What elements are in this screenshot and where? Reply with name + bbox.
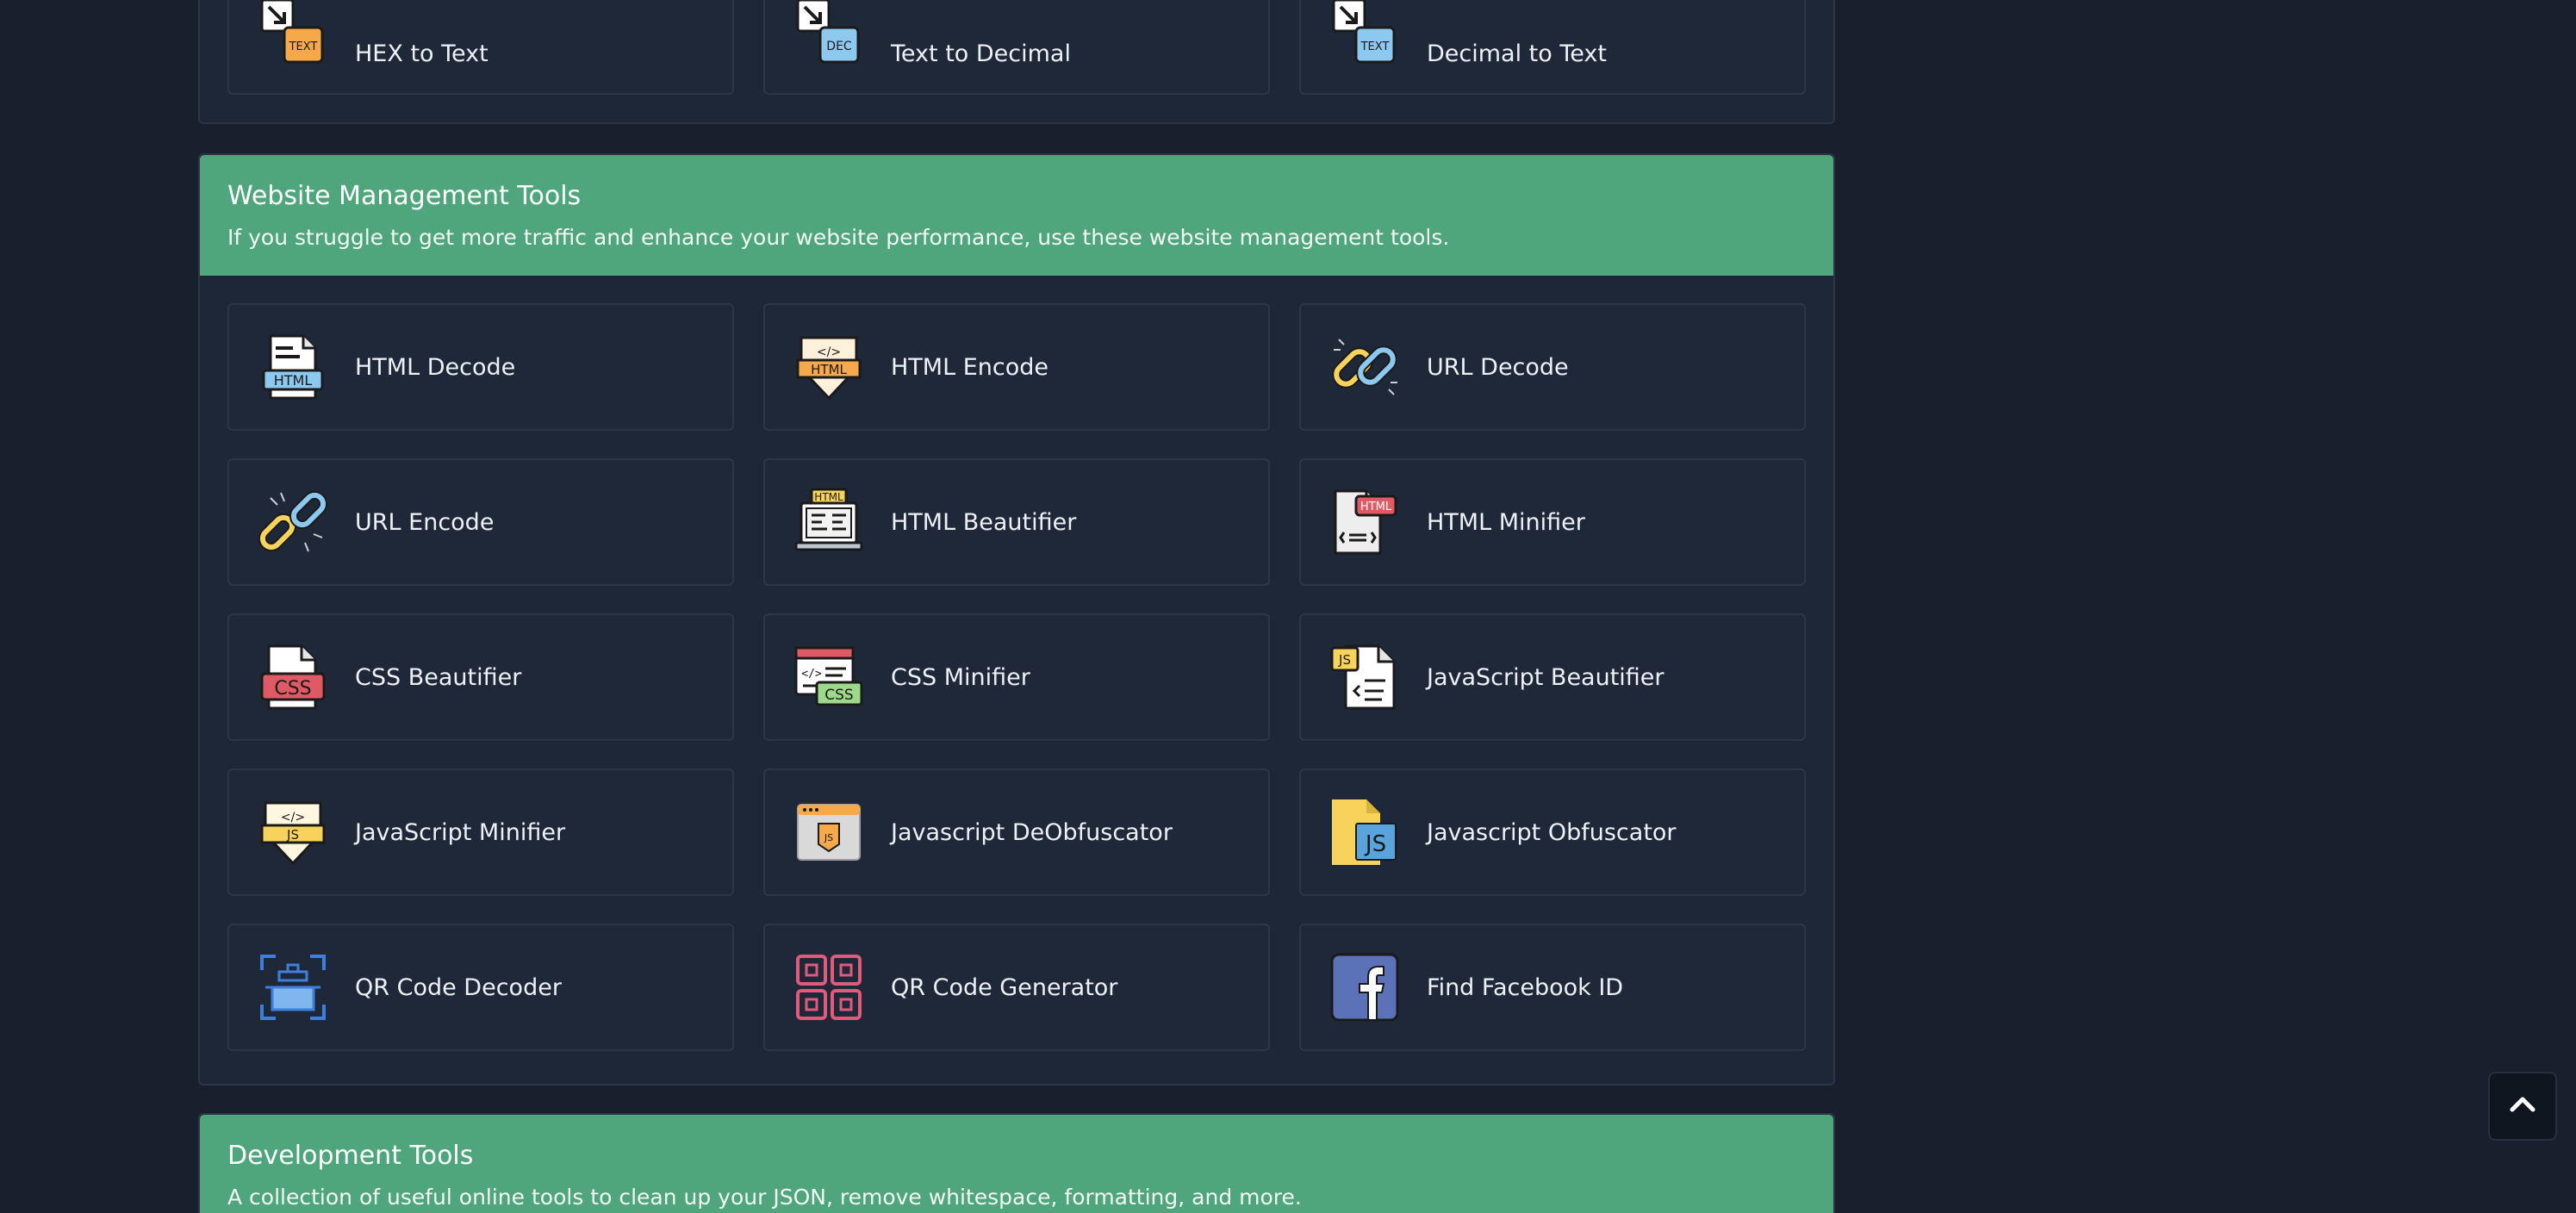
tool-label: Find Facebook ID	[1427, 974, 1624, 1001]
tool-html-encode[interactable]: </> HTML HTML Encode	[763, 303, 1270, 431]
html-badge-icon: </> HTML	[794, 333, 863, 401]
tool-html-minifier[interactable]: HTML HTML Minifier	[1299, 458, 1806, 586]
icon-text: HTML	[1360, 501, 1392, 513]
section-description: If you struggle to get more traffic and …	[227, 225, 1450, 250]
tool-label: HTML Decode	[355, 353, 516, 381]
tool-label: JavaScript Beautifier	[1427, 663, 1664, 691]
icon-text: TEXT	[289, 40, 318, 53]
facebook-icon	[1330, 953, 1399, 1022]
js-badge-icon: </> JS	[258, 798, 327, 867]
icon-text: JS	[824, 832, 833, 843]
tool-javascript-minifier[interactable]: </> JS JavaScript Minifier	[227, 768, 734, 896]
icon-text: JS	[1338, 652, 1351, 668]
html-doc-icon: HTML	[1330, 488, 1399, 557]
qr-scan-icon	[258, 953, 327, 1022]
decimal-to-text-icon: TEXT	[1330, 0, 1399, 67]
tool-label: URL Decode	[1427, 353, 1569, 381]
converter-tools-panel: TEXT HEX to Text DEC Text to Decimal TEX…	[198, 0, 1835, 124]
icon-text: </>	[281, 811, 305, 824]
website-management-panel: Website Management Tools If you struggle…	[198, 153, 1835, 1085]
icon-text: HTML	[274, 372, 313, 389]
tool-qr-code-decoder[interactable]: QR Code Decoder	[227, 924, 734, 1051]
tool-label: HTML Beautifier	[891, 508, 1077, 536]
tool-label: QR Code Decoder	[355, 974, 562, 1001]
tool-label: CSS Beautifier	[355, 663, 522, 691]
tool-url-encode[interactable]: URL Encode	[227, 458, 734, 586]
icon-text: CSS	[274, 678, 311, 700]
hex-to-text-icon: TEXT	[258, 0, 327, 67]
tool-text-to-decimal[interactable]: DEC Text to Decimal	[763, 0, 1270, 95]
js-file-icon: JS	[1330, 798, 1399, 867]
tool-html-decode[interactable]: HTML HTML Decode	[227, 303, 734, 431]
js-window-icon: JS	[794, 798, 863, 867]
icon-text: DEC	[826, 40, 852, 53]
icon-text: JS	[1364, 831, 1386, 857]
tool-find-facebook-id[interactable]: Find Facebook ID	[1299, 924, 1806, 1051]
section-header: Development Tools A collection of useful…	[200, 1115, 1833, 1213]
tool-html-beautifier[interactable]: HTML HTML Beautifier	[763, 458, 1270, 586]
icon-text: JS	[286, 827, 299, 843]
tool-label: CSS Minifier	[891, 663, 1030, 691]
html-file-icon: HTML	[258, 333, 327, 401]
section-title: Development Tools	[227, 1141, 474, 1171]
tool-css-minifier[interactable]: </> CSS CSS Minifier	[763, 613, 1270, 741]
scroll-to-top-button[interactable]	[2488, 1072, 2557, 1141]
converter-tools-grid: TEXT HEX to Text DEC Text to Decimal TEX…	[200, 0, 1833, 122]
tool-label: URL Encode	[355, 508, 495, 536]
css-file-icon: CSS	[258, 643, 327, 712]
tool-label: HTML Encode	[891, 353, 1049, 381]
website-tools-grid: HTML HTML Decode </> HTML HTML Encode UR…	[200, 276, 1833, 1079]
section-description: A collection of useful online tools to c…	[227, 1185, 1302, 1210]
tool-label: Javascript Obfuscator	[1427, 818, 1677, 846]
tool-label: Javascript DeObfuscator	[891, 818, 1173, 846]
tool-javascript-deobfuscator[interactable]: JS Javascript DeObfuscator	[763, 768, 1270, 896]
tool-decimal-to-text[interactable]: TEXT Decimal to Text	[1299, 0, 1806, 95]
broken-link-icon	[258, 488, 327, 557]
tool-hex-to-text[interactable]: TEXT HEX to Text	[227, 0, 734, 95]
tool-label: HEX to Text	[355, 40, 488, 67]
tool-javascript-obfuscator[interactable]: JS Javascript Obfuscator	[1299, 768, 1806, 896]
tool-qr-code-generator[interactable]: QR Code Generator	[763, 924, 1270, 1051]
tool-url-decode[interactable]: URL Decode	[1299, 303, 1806, 431]
development-tools-panel: Development Tools A collection of useful…	[198, 1113, 1835, 1213]
tool-label: HTML Minifier	[1427, 508, 1585, 536]
section-header: Website Management Tools If you struggle…	[200, 155, 1833, 276]
js-doc-icon: JS	[1330, 643, 1399, 712]
tool-css-beautifier[interactable]: CSS CSS Beautifier	[227, 613, 734, 741]
icon-text: </>	[817, 345, 841, 359]
page: TEXT HEX to Text DEC Text to Decimal TEX…	[0, 0, 2576, 1213]
section-title: Website Management Tools	[227, 181, 582, 211]
icon-text: CSS	[824, 687, 853, 704]
icon-text: HTML	[814, 491, 843, 503]
tool-label: Text to Decimal	[891, 40, 1071, 67]
tool-javascript-beautifier[interactable]: JS JavaScript Beautifier	[1299, 613, 1806, 741]
html-laptop-icon: HTML	[794, 488, 863, 557]
tool-label: JavaScript Minifier	[355, 818, 566, 846]
tool-label: QR Code Generator	[891, 974, 1118, 1001]
icon-text: HTML	[811, 362, 847, 377]
text-to-decimal-icon: DEC	[794, 0, 863, 67]
chain-link-icon	[1330, 333, 1399, 401]
tool-label: Decimal to Text	[1427, 40, 1607, 67]
icon-text: TEXT	[1360, 40, 1390, 53]
qr-code-icon	[794, 953, 863, 1022]
chevron-up-icon	[2505, 1087, 2540, 1125]
icon-text: </>	[801, 668, 822, 681]
css-window-icon: </> CSS	[794, 643, 863, 712]
